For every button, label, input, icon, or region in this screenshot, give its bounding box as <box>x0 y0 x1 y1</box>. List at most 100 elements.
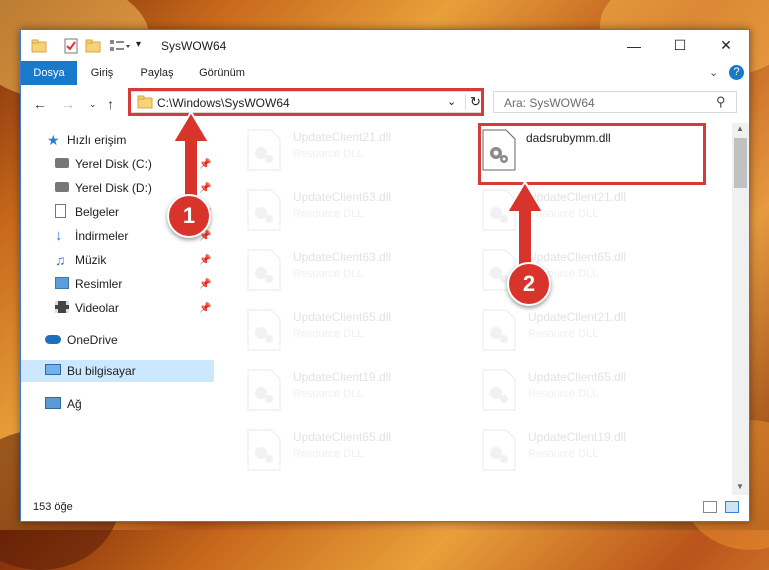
pin-icon[interactable]: 📌 <box>199 255 211 266</box>
file-item[interactable]: UpdateClient65.dll Resource DLL <box>241 306 471 361</box>
dll-file-icon <box>247 429 281 471</box>
sidebar-item-label: Hızlı erişim <box>67 133 127 147</box>
folder-icon <box>31 38 47 54</box>
close-button[interactable]: ✕ <box>703 30 749 61</box>
sidebar-item-label: Yerel Disk (D:) <box>75 181 152 195</box>
file-name: UpdateClient65.dll <box>293 430 392 444</box>
dll-file-icon <box>247 309 281 351</box>
file-item[interactable]: UpdateClient63.dll Resource DLL <box>241 186 471 241</box>
new-folder-icon[interactable] <box>85 38 101 54</box>
sidebar-item-label: OneDrive <box>67 333 118 347</box>
step-badge-1: 1 <box>167 194 211 238</box>
music-icon: ♫ <box>55 252 66 268</box>
sidebar-item-label: Bu bilgisayar <box>67 364 136 378</box>
sidebar-item-network[interactable]: Ağ <box>21 393 214 415</box>
maximize-button[interactable]: ☐ <box>657 30 703 61</box>
file-name: UpdateClient21.dll <box>293 130 392 144</box>
help-icon[interactable]: ? <box>729 65 744 80</box>
file-name: UpdateClient21.dll <box>528 310 627 324</box>
file-name: UpdateClient65.dll <box>293 310 392 324</box>
file-highlight <box>478 123 706 185</box>
tab-file[interactable]: Dosya <box>21 61 77 85</box>
minimize-button[interactable]: — <box>611 30 657 61</box>
tab-home[interactable]: Giriş <box>79 61 125 85</box>
sidebar-item-onedrive[interactable]: OneDrive <box>21 329 214 351</box>
file-type: Resource DLL <box>293 388 364 400</box>
pin-icon[interactable]: 📌 <box>199 303 211 314</box>
file-type: Resource DLL <box>528 448 599 460</box>
file-item[interactable]: UpdateClient21.dll Resource DLL <box>241 126 471 181</box>
network-icon <box>45 397 61 409</box>
download-icon: ↓ <box>55 227 63 244</box>
dll-file-icon <box>247 129 281 171</box>
scroll-down-icon[interactable]: ▼ <box>736 482 744 491</box>
step-badge-2: 2 <box>507 262 551 306</box>
sidebar-item-this-pc[interactable]: Bu bilgisayar <box>21 360 214 382</box>
properties-icon[interactable] <box>63 38 79 54</box>
dll-file-icon <box>247 249 281 291</box>
star-icon: ★ <box>47 132 60 148</box>
window-title: SysWOW64 <box>161 39 227 53</box>
dll-file-icon <box>482 309 516 351</box>
dll-file-icon <box>482 369 516 411</box>
vertical-scrollbar[interactable]: ▲ ▼ <box>732 123 749 495</box>
view-menu-icon[interactable] <box>109 38 131 54</box>
file-type: Resource DLL <box>528 328 599 340</box>
dll-file-icon <box>247 369 281 411</box>
dll-file-icon <box>247 189 281 231</box>
explorer-window: ▾ SysWOW64 — ☐ ✕ Dosya Giriş Paylaş Görü… <box>20 29 750 522</box>
file-item[interactable]: UpdateClient63.dll Resource DLL <box>241 246 471 301</box>
file-item[interactable]: UpdateClient21.dll Resource DLL <box>476 306 706 361</box>
cloud-icon <box>45 335 61 344</box>
search-box[interactable]: Ara: SysWOW64 ⚲ <box>493 91 737 113</box>
customize-toolbar-icon[interactable]: ▾ <box>136 39 141 55</box>
tab-share[interactable]: Paylaş <box>129 61 185 85</box>
scrollbar-thumb[interactable] <box>734 138 747 188</box>
file-name: UpdateClient63.dll <box>293 250 392 264</box>
file-type: Resource DLL <box>293 448 364 460</box>
search-input[interactable]: Ara: SysWOW64 <box>504 96 595 110</box>
file-name: UpdateClient19.dll <box>528 430 627 444</box>
pin-icon[interactable]: 📌 <box>199 279 211 290</box>
recent-locations-icon[interactable]: ⌄ <box>89 99 97 110</box>
videos-icon <box>55 301 69 313</box>
sidebar-item-label: Yerel Disk (C:) <box>75 157 152 171</box>
sidebar-item-label: Ağ <box>67 397 82 411</box>
file-type: Resource DLL <box>293 268 364 280</box>
up-arrow-icon[interactable]: ↑ <box>107 96 114 112</box>
sidebar-item-music[interactable]: ♫ Müzik 📌 <box>21 249 214 271</box>
file-item[interactable]: UpdateClient19.dll Resource DLL <box>476 426 706 481</box>
file-item[interactable]: UpdateClient19.dll Resource DLL <box>241 366 471 421</box>
sidebar-item-label: İndirmeler <box>75 229 129 243</box>
search-icon[interactable]: ⚲ <box>716 94 726 110</box>
expand-ribbon-icon[interactable]: ⌄ <box>709 66 718 79</box>
large-icons-view-icon[interactable] <box>725 501 739 513</box>
sidebar-item-pictures[interactable]: Resimler 📌 <box>21 273 214 295</box>
file-name: UpdateClient65.dll <box>528 370 627 384</box>
status-bar: 153 öğe <box>21 495 749 521</box>
file-item[interactable]: UpdateClient65.dll Resource DLL <box>241 426 471 481</box>
sidebar-item-videos[interactable]: Videolar 📌 <box>21 297 214 319</box>
computer-icon <box>45 364 61 375</box>
file-type: Resource DLL <box>293 148 364 160</box>
drive-icon <box>55 158 69 168</box>
file-type: Resource DLL <box>293 208 364 220</box>
forward-arrow-icon[interactable]: → <box>61 96 75 112</box>
tab-view[interactable]: Görünüm <box>191 61 253 85</box>
drive-icon <box>55 182 69 192</box>
file-item[interactable]: UpdateClient65.dll Resource DLL <box>476 366 706 421</box>
sidebar-item-label: Resimler <box>75 277 123 291</box>
details-view-icon[interactable] <box>703 501 717 513</box>
sidebar-item-label: Belgeler <box>75 205 120 219</box>
sidebar-item-label: Videolar <box>75 301 119 315</box>
dll-file-icon <box>482 429 516 471</box>
documents-icon <box>55 204 66 218</box>
file-type: Resource DLL <box>293 328 364 340</box>
scroll-up-icon[interactable]: ▲ <box>736 124 744 133</box>
sidebar-item-label: Müzik <box>75 253 107 267</box>
item-count: 153 öğe <box>33 501 73 513</box>
file-name: UpdateClient19.dll <box>293 370 392 384</box>
back-arrow-icon[interactable]: ← <box>33 96 47 112</box>
file-name: UpdateClient63.dll <box>293 190 392 204</box>
pictures-icon <box>55 277 69 289</box>
